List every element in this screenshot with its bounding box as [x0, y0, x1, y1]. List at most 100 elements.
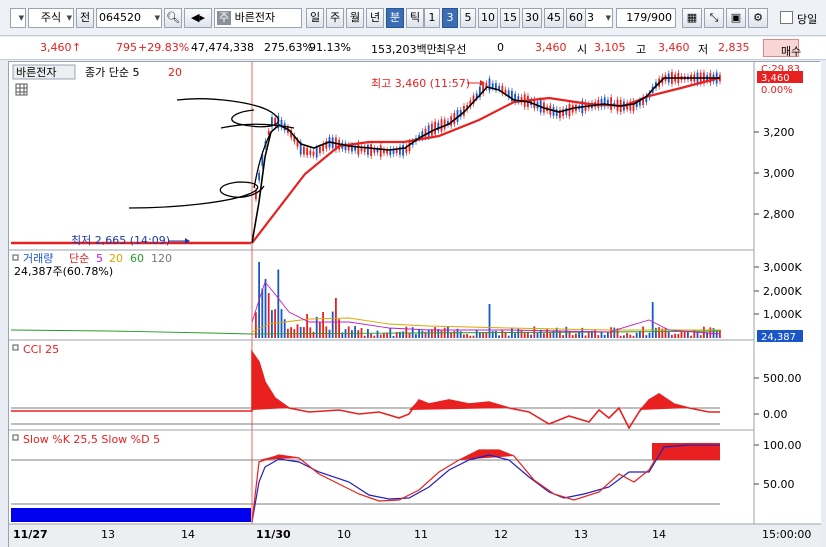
interval-button-10[interactable]: 10	[478, 8, 498, 28]
volume-ma5: 5	[96, 252, 103, 265]
priority-value: 0	[497, 41, 504, 54]
interval-button-30[interactable]: 30	[522, 8, 542, 28]
price-current-tag: 3,460	[761, 73, 790, 84]
search-button[interactable]: 🔍︎	[164, 8, 182, 28]
interval-button-1[interactable]: 1	[424, 8, 440, 28]
volume-bar	[507, 335, 510, 338]
count-value: 179/900	[626, 11, 672, 24]
market-select[interactable]: 주식	[28, 8, 74, 28]
interval-button-3[interactable]: 3	[442, 8, 458, 28]
chart-svg[interactable]: 바른전자 종가 단순 5 20 최저 2,665 (14:09) 최고 3,46…	[9, 62, 821, 547]
volume-bar	[651, 302, 654, 338]
count-field[interactable]: 179/900	[616, 8, 676, 28]
candle-body	[367, 144, 369, 155]
grid-icon	[15, 83, 28, 96]
time-label-13b: 13	[574, 528, 588, 541]
indicator-button[interactable]: ▦	[682, 8, 702, 28]
candle-body	[488, 78, 491, 91]
volume-bar	[431, 329, 433, 338]
volume-bar	[523, 332, 526, 338]
volume-bar	[440, 330, 443, 338]
volume-bar	[543, 333, 545, 338]
volume-bar	[514, 333, 516, 338]
volume-bar	[351, 330, 353, 338]
period-button-0[interactable]: 일	[306, 8, 324, 28]
interval-button-5[interactable]: 5	[460, 8, 476, 28]
volume-bar	[536, 332, 539, 338]
candle-body	[427, 125, 430, 138]
candle-body	[610, 97, 612, 110]
today-checkbox[interactable]	[780, 11, 793, 24]
candle-body	[303, 146, 305, 155]
volume-bar	[578, 332, 580, 338]
time-label-1130: 11/30	[256, 528, 291, 541]
volume-bar	[296, 324, 299, 338]
volume-bar	[354, 326, 356, 338]
ma20-line	[251, 76, 720, 244]
time-label-11: 11	[414, 528, 428, 541]
volume-bar	[549, 332, 552, 338]
candle-body	[357, 142, 360, 155]
save-icon: ▣	[730, 11, 742, 24]
volume-bar	[370, 333, 372, 338]
save-button[interactable]: ▣	[726, 8, 746, 28]
volume-bar	[408, 333, 411, 338]
buy-button[interactable]: 매수	[763, 39, 802, 58]
quote-volume: 47,474,338	[191, 41, 254, 54]
period-button-3[interactable]: 년	[366, 8, 384, 28]
price-axis-3000: 3,000	[763, 167, 795, 180]
interval-button-45[interactable]: 45	[544, 8, 564, 28]
volume-bar	[322, 312, 324, 338]
candle-body	[402, 145, 404, 156]
volume-bar	[683, 332, 686, 338]
search-icon: 🔍︎	[166, 11, 180, 24]
candle-body	[424, 128, 427, 138]
volume-current-tag: 24,387	[761, 332, 796, 343]
volume-bar	[315, 316, 318, 338]
time-label-14b: 14	[652, 528, 666, 541]
volume-bar	[325, 326, 328, 338]
time-label-end: 15:00:00	[762, 528, 811, 541]
volume-value-label: 24,387주(60.78%)	[14, 265, 113, 278]
period-button-2[interactable]: 월	[346, 8, 364, 28]
prefix-button[interactable]: 전	[76, 8, 94, 28]
volume-bar	[575, 333, 577, 338]
sound-button[interactable]: ◀▸	[184, 8, 212, 28]
volume-bar	[667, 331, 670, 338]
candle-body	[379, 145, 382, 157]
volume-bar	[306, 314, 308, 338]
chart-type-dropdown[interactable]	[10, 8, 26, 28]
compare-button[interactable]: ⤡	[704, 8, 724, 28]
buy-button-label: 매수	[781, 45, 802, 58]
time-label-10: 10	[337, 528, 351, 541]
period-button-1[interactable]: 주	[326, 8, 344, 28]
volume-bar	[674, 333, 676, 338]
volume-ma60: 60	[130, 252, 144, 265]
period-button-5[interactable]: 틱	[406, 8, 424, 28]
interval-value-select[interactable]: 3	[583, 8, 613, 28]
volume-bar	[319, 322, 321, 338]
interval-button-60[interactable]: 60	[566, 8, 586, 28]
quote-open: 3,105	[594, 41, 626, 54]
stock-name-field[interactable]: 주 바른전자	[214, 8, 302, 28]
settings-button[interactable]: ⚙	[748, 8, 768, 28]
volume-bar	[303, 327, 305, 338]
quote-change: 795	[116, 41, 137, 54]
candle-body	[431, 123, 433, 136]
interval-button-15[interactable]: 15	[500, 8, 520, 28]
volume-bar	[619, 335, 622, 338]
ma-value: 20	[168, 66, 182, 79]
low-label: 저	[698, 43, 709, 56]
volume-bars	[255, 262, 721, 338]
volume-bar	[629, 334, 632, 338]
chart-area[interactable]: 바른전자 종가 단순 5 20 최저 2,665 (14:09) 최고 3,46…	[8, 61, 821, 547]
volume-bar	[463, 334, 465, 338]
code-input[interactable]: 064520	[96, 8, 162, 28]
quote-turnover: 91.13%	[309, 41, 351, 54]
candle-body	[309, 150, 312, 155]
period-button-4[interactable]: 분	[386, 8, 404, 28]
stock-title: 바른전자	[16, 66, 56, 79]
candle-body	[370, 144, 372, 156]
volume-bar	[421, 330, 424, 338]
volume-bar	[479, 332, 481, 338]
